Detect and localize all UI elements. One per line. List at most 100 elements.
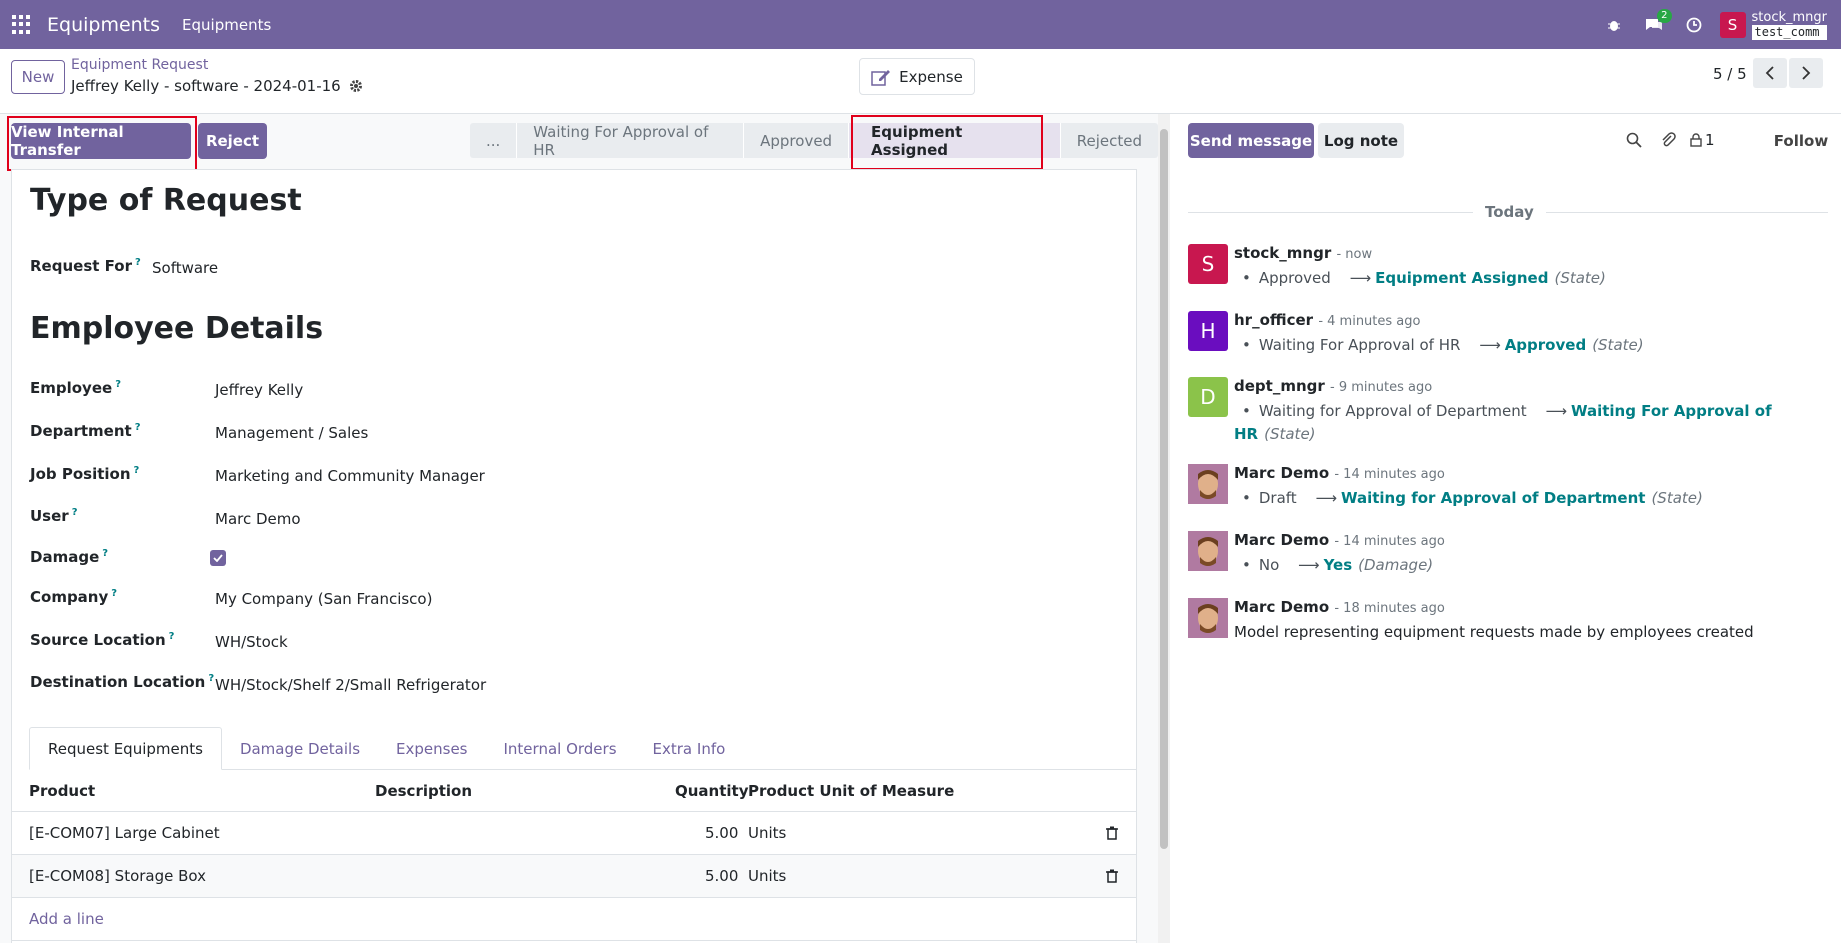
avatar[interactable]	[1188, 464, 1228, 504]
chatter-tools: 1	[1626, 131, 1715, 149]
new-value: Approved	[1504, 336, 1587, 354]
header-uom[interactable]: Product Unit of Measure	[748, 782, 954, 800]
field-name: (State)	[1554, 269, 1606, 287]
tracking-change: • Approved ⟶ Equipment Assigned (State)	[1242, 269, 1606, 287]
employee-label: Employee?	[30, 379, 121, 397]
tab-internal-orders[interactable]: Internal Orders	[486, 727, 635, 770]
bug-icon[interactable]	[1600, 11, 1628, 39]
paperclip-icon[interactable]	[1660, 132, 1676, 148]
chevron-right-icon	[1802, 66, 1811, 80]
damage-checkbox[interactable]	[210, 550, 226, 566]
department-value[interactable]: Management / Sales	[215, 424, 368, 442]
arrow-icon: ⟶	[1545, 402, 1567, 420]
help-icon[interactable]: ?	[208, 673, 214, 684]
arrow-icon: ⟶	[1298, 556, 1320, 574]
pager-value[interactable]: 5 / 5	[1713, 65, 1747, 83]
avatar[interactable]	[1188, 598, 1228, 638]
clock-icon[interactable]	[1680, 11, 1708, 39]
breadcrumb[interactable]: Equipment Request	[71, 57, 208, 73]
trash-icon[interactable]	[1106, 826, 1118, 840]
header-description[interactable]: Description	[375, 782, 472, 800]
status-approved[interactable]: Approved	[744, 123, 848, 158]
chat-icon[interactable]: 2	[1640, 8, 1672, 39]
tracking-change: • Waiting For Approval of HR ⟶ Approved (St…	[1242, 336, 1644, 354]
header-quantity[interactable]: Quantity	[675, 782, 749, 800]
row-uom[interactable]: Units	[748, 824, 786, 842]
row-product[interactable]: [E-COM07] Large Cabinet	[29, 824, 220, 842]
message-author[interactable]: Marc Demo - 18 minutes ago	[1234, 598, 1445, 616]
damage-label: Damage?	[30, 548, 109, 566]
avatar[interactable]: S	[1188, 244, 1228, 284]
today-label: Today	[1473, 203, 1546, 221]
message-author[interactable]: Marc Demo - 14 minutes ago	[1234, 464, 1445, 482]
expense-smart-button[interactable]: Expense	[859, 58, 975, 95]
table-row[interactable]: [E-COM07] Large Cabinet 5.00 Units	[12, 812, 1136, 855]
source-location-label: Source Location?	[30, 631, 175, 649]
reject-button[interactable]: Reject	[198, 123, 267, 159]
employee-value[interactable]: Jeffrey Kelly	[215, 381, 303, 399]
apps-grid-icon[interactable]	[12, 14, 32, 35]
user-menu[interactable]: stock_mngr test_comm	[1751, 10, 1827, 40]
avatar[interactable]: D	[1188, 377, 1228, 417]
user-avatar[interactable]: S	[1719, 11, 1746, 38]
search-icon[interactable]	[1626, 132, 1642, 148]
scrollbar-thumb[interactable]	[1160, 129, 1168, 849]
trash-icon[interactable]	[1106, 869, 1118, 883]
message-author[interactable]: dept_mngr - 9 minutes ago	[1234, 377, 1432, 395]
help-icon[interactable]: ?	[102, 548, 108, 559]
send-message-button[interactable]: Send message	[1188, 123, 1314, 158]
log-note-button[interactable]: Log note	[1318, 123, 1404, 158]
new-button[interactable]: New	[11, 60, 65, 94]
message-time: - 14 minutes ago	[1334, 534, 1445, 549]
follow-button[interactable]: Follow	[1771, 123, 1831, 158]
arrow-icon: ⟶	[1315, 489, 1337, 507]
help-icon[interactable]: ?	[134, 465, 140, 476]
pager-previous-button[interactable]	[1753, 58, 1787, 88]
pager-next-button[interactable]	[1789, 58, 1823, 88]
app-name[interactable]: Equipments	[47, 14, 160, 36]
row-product[interactable]: [E-COM08] Storage Box	[29, 867, 206, 885]
help-icon[interactable]: ?	[169, 631, 175, 642]
help-icon[interactable]: ?	[135, 422, 141, 433]
row-quantity[interactable]: 5.00	[705, 824, 738, 842]
request-for-value[interactable]: Software	[152, 259, 218, 277]
company-value[interactable]: My Company (San Francisco)	[215, 590, 432, 608]
menu-item-equipments[interactable]: Equipments	[182, 16, 271, 34]
help-icon[interactable]: ?	[72, 507, 78, 518]
row-uom[interactable]: Units	[748, 867, 786, 885]
avatar[interactable]	[1188, 531, 1228, 571]
help-icon[interactable]: ?	[135, 257, 141, 268]
chatter-panel: Send message Log note 1 Follow Today S s…	[1170, 114, 1841, 943]
status-rejected[interactable]: Rejected	[1061, 123, 1158, 158]
status-waiting-hr[interactable]: Waiting For Approval of HR	[517, 123, 743, 159]
tab-extra-info[interactable]: Extra Info	[635, 727, 744, 770]
add-line-link[interactable]: Add a line	[29, 910, 104, 928]
source-location-value[interactable]: WH/Stock	[215, 633, 288, 651]
message-author[interactable]: Marc Demo - 14 minutes ago	[1234, 531, 1445, 549]
record-title: Jeffrey Kelly - software - 2024-01-16	[71, 77, 363, 95]
gear-icon[interactable]	[349, 79, 363, 93]
destination-location-value[interactable]: WH/Stock/Shelf 2/Small Refrigerator	[215, 676, 486, 694]
status-more[interactable]: ...	[470, 123, 516, 158]
header-product[interactable]: Product	[29, 782, 95, 800]
lock-icon[interactable]	[1690, 133, 1702, 147]
employee-details-heading: Employee Details	[30, 311, 324, 346]
avatar[interactable]: H	[1188, 311, 1228, 351]
job-position-value[interactable]: Marketing and Community Manager	[215, 467, 485, 485]
record-title-text: Jeffrey Kelly - software - 2024-01-16	[71, 77, 341, 95]
tab-expenses[interactable]: Expenses	[378, 727, 485, 770]
row-quantity[interactable]: 5.00	[705, 867, 738, 885]
message-author[interactable]: hr_officer - 4 minutes ago	[1234, 311, 1420, 329]
help-icon[interactable]: ?	[115, 379, 121, 390]
help-icon[interactable]: ?	[111, 588, 117, 599]
followers-count[interactable]: 1	[1705, 131, 1715, 149]
new-value: Equipment Assigned	[1375, 269, 1549, 287]
tab-damage-details[interactable]: Damage Details	[222, 727, 378, 770]
table-row[interactable]: [E-COM08] Storage Box 5.00 Units	[12, 855, 1136, 898]
message-author[interactable]: stock_mngr - now	[1234, 244, 1372, 262]
message-time: - 4 minutes ago	[1318, 314, 1421, 329]
user-value[interactable]: Marc Demo	[215, 510, 301, 528]
highlight-box-status	[851, 115, 1043, 170]
tab-request-equipments[interactable]: Request Equipments	[29, 727, 222, 770]
form-scrollbar[interactable]	[1158, 114, 1170, 943]
